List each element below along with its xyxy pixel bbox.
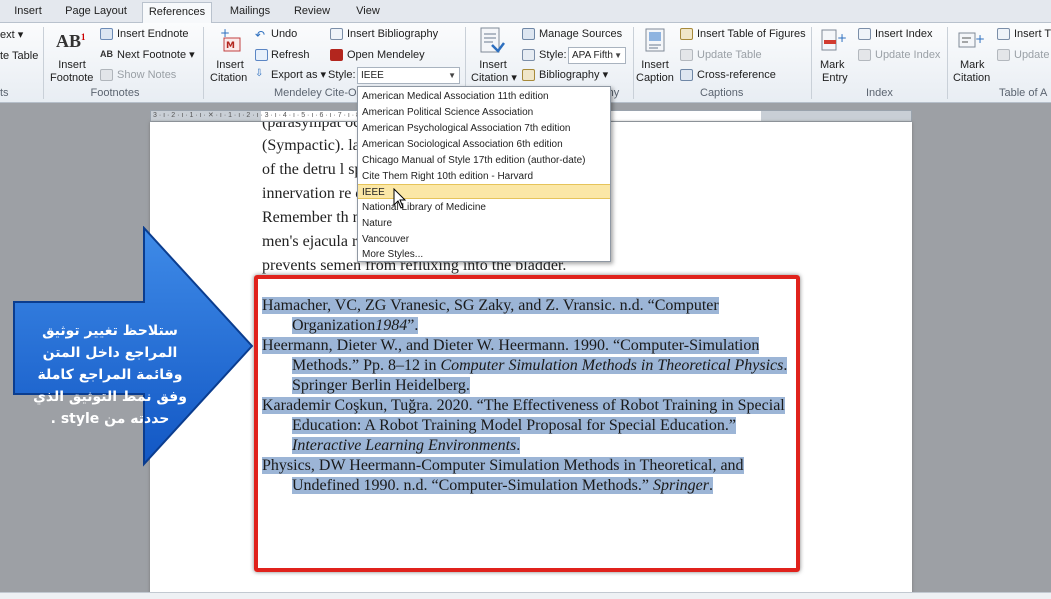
group-separator — [633, 27, 634, 99]
captions-group-label: Captions — [700, 87, 744, 99]
mendeley-group-label: Mendeley Cite-O — [274, 87, 357, 99]
style-option[interactable]: American Political Science Association — [358, 105, 610, 120]
toc-partial-label[interactable]: ext ▾ — [0, 29, 23, 42]
insert-bibliography-button[interactable]: Insert Bibliography — [347, 28, 438, 41]
cross-reference-button[interactable]: Cross-reference — [697, 69, 776, 82]
mendeley-insert-citation-icon[interactable]: + M — [220, 26, 242, 54]
mendeley-style-label: Style: — [328, 69, 356, 81]
footnotes-group-label: Footnotes — [90, 87, 140, 99]
insert-caption-label-1[interactable]: Insert — [640, 59, 670, 72]
tab-page-layout[interactable]: Page Layout — [60, 4, 132, 23]
group-separator — [203, 27, 204, 99]
insert-caption-label-2[interactable]: Caption — [636, 72, 674, 85]
citation-style-icon — [522, 49, 535, 61]
update-index-button[interactable]: Update Index — [875, 49, 940, 62]
mendeley-insert-citation-label-2[interactable]: Citation — [210, 72, 247, 85]
ruler-margin-right — [761, 111, 911, 121]
highlight-frame — [254, 275, 800, 572]
svg-text:+: + — [975, 32, 985, 46]
cross-reference-icon[interactable] — [680, 69, 693, 81]
insert-footnote-icon[interactable]: AB1 — [56, 31, 86, 53]
style-option[interactable]: American Medical Association 11th editio… — [358, 89, 610, 104]
svg-text:+: + — [837, 31, 847, 45]
show-notes-icon — [100, 69, 113, 81]
citation-style-select[interactable]: APA Fifth ▼ — [568, 47, 626, 64]
show-notes-button[interactable]: Show Notes — [117, 69, 176, 82]
open-mendeley-button[interactable]: Open Mendeley — [347, 49, 425, 62]
bibliography-icon[interactable] — [522, 69, 535, 81]
insert-citation-icon[interactable] — [479, 27, 505, 55]
update-table-button[interactable]: Update Table — [697, 49, 762, 62]
mendeley-insert-citation-label-1[interactable]: Insert — [215, 59, 245, 72]
undo-button[interactable]: Undo — [271, 28, 297, 41]
manage-sources-icon[interactable] — [522, 28, 535, 40]
insert-endnote-button[interactable]: Insert Endnote — [117, 28, 189, 41]
status-bar — [0, 592, 1051, 599]
style-option[interactable]: Nature — [358, 216, 610, 231]
tab-references[interactable]: References — [142, 2, 212, 24]
style-option[interactable]: Cite Them Right 10th edition - Harvard — [358, 169, 610, 184]
tab-review[interactable]: Review — [290, 4, 334, 23]
mark-entry-label-2[interactable]: Entry — [822, 72, 848, 85]
update-table-partial-label[interactable]: te Table — [0, 50, 38, 63]
insert-citation-label-2[interactable]: Citation ▾ — [471, 72, 517, 85]
update-toa-icon — [997, 49, 1010, 61]
style-option[interactable]: American Psychological Association 7th e… — [358, 121, 610, 136]
insert-bibliography-icon[interactable] — [330, 28, 343, 40]
next-footnote-icon[interactable]: AB — [100, 49, 113, 59]
svg-text:M: M — [226, 41, 235, 51]
mark-entry-icon[interactable]: + — [820, 28, 848, 56]
mark-entry-label-1[interactable]: Mark — [820, 59, 844, 72]
citation-style-label: Style: — [539, 49, 567, 61]
insert-caption-icon[interactable] — [644, 28, 666, 54]
index-group-label: Index — [866, 87, 893, 99]
insert-footnote-label-2[interactable]: Footnote — [50, 72, 93, 85]
mark-citation-label-2[interactable]: Citation — [953, 72, 990, 85]
next-footnote-button[interactable]: Next Footnote ▾ — [117, 49, 195, 62]
update-table-icon — [680, 49, 693, 61]
chevron-down-icon: ▼ — [614, 51, 622, 60]
update-index-icon — [858, 49, 871, 61]
mark-citation-icon[interactable]: + — [957, 29, 985, 55]
group-separator — [811, 27, 812, 99]
mendeley-style-select[interactable]: IEEE ▼ — [357, 67, 460, 84]
mendeley-logo-icon[interactable] — [330, 49, 343, 61]
update-toa-button[interactable]: Update — [1014, 49, 1049, 62]
group-separator — [947, 27, 948, 99]
tab-view[interactable]: View — [348, 4, 388, 23]
style-option[interactable]: Vancouver — [358, 232, 610, 247]
insert-endnote-icon[interactable] — [100, 28, 113, 40]
style-option[interactable]: Chicago Manual of Style 17th edition (au… — [358, 153, 610, 168]
tab-mailings[interactable]: Mailings — [222, 4, 278, 23]
bibliography-button[interactable]: Bibliography ▾ — [539, 69, 608, 82]
citation-style-value: APA Fifth — [572, 50, 613, 61]
tab-insert[interactable]: Insert — [10, 4, 46, 23]
style-option[interactable]: American Sociological Association 6th ed… — [358, 137, 610, 152]
insert-index-icon[interactable] — [858, 28, 871, 40]
export-as-button[interactable]: Export as ▾ — [271, 69, 326, 82]
toa-group-label: Table of A — [999, 87, 1048, 99]
chevron-down-icon: ▼ — [448, 71, 456, 80]
refresh-icon[interactable] — [255, 49, 268, 61]
refresh-button[interactable]: Refresh — [271, 49, 310, 62]
insert-footnote-label-1[interactable]: Insert — [55, 59, 89, 72]
more-styles-option[interactable]: More Styles... — [358, 247, 610, 262]
toc-group-label: ts — [0, 87, 9, 99]
ribbon-tabs: Insert Page Layout References Mailings R… — [0, 0, 1051, 24]
manage-sources-button[interactable]: Manage Sources — [539, 28, 622, 41]
callout-text: ستلاحظ تغيير توثيق المراجع داخل المتن وق… — [33, 323, 187, 427]
group-separator — [43, 27, 44, 99]
insert-toa-button[interactable]: Insert T — [1014, 28, 1051, 41]
mendeley-style-value: IEEE — [361, 70, 384, 81]
insert-index-button[interactable]: Insert Index — [875, 28, 932, 41]
table-of-figures-icon[interactable] — [680, 28, 693, 40]
insert-toa-icon[interactable] — [997, 28, 1010, 40]
insert-table-of-figures-button[interactable]: Insert Table of Figures — [697, 28, 806, 41]
insert-citation-label-1[interactable]: Insert — [476, 59, 510, 72]
undo-icon[interactable]: ↶ — [255, 28, 265, 42]
export-icon[interactable]: ⇩ — [255, 68, 263, 79]
mark-citation-label-1[interactable]: Mark — [960, 59, 984, 72]
style-dropdown-list[interactable]: American Medical Association 11th editio… — [357, 86, 611, 262]
mouse-pointer-icon — [393, 188, 407, 209]
